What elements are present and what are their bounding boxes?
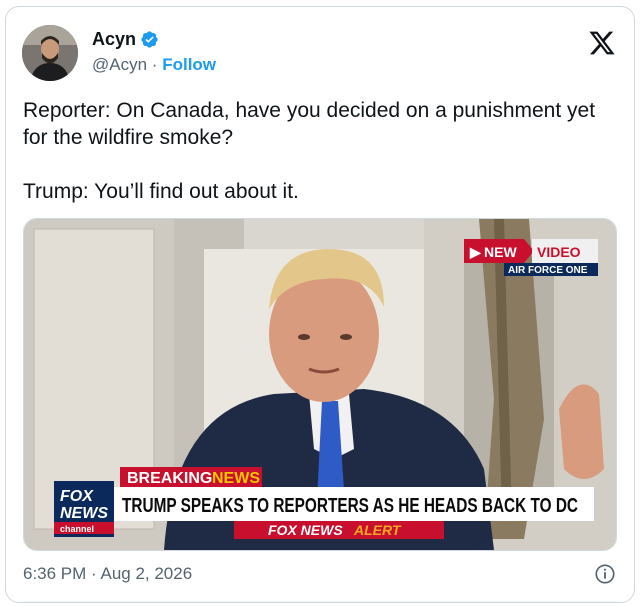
follow-button[interactable]: Follow [162, 55, 216, 74]
avatar-image [22, 25, 78, 81]
fox-logo-line1: FOX [60, 488, 94, 505]
tweet-timestamp[interactable]: 6:36 PM · Aug 2, 2026 [23, 564, 192, 584]
chyron-headline: TRUMP SPEAKS TO REPORTERS AS HE HEADS BA… [122, 495, 578, 517]
svg-text:▶: ▶ [469, 244, 482, 260]
alert-label: ALERT [353, 522, 402, 538]
author-name[interactable]: Acyn [92, 29, 136, 50]
badge-air-force-one: AIR FORCE ONE [508, 265, 588, 276]
badge-new: NEW [484, 244, 517, 260]
x-logo-icon[interactable] [588, 29, 616, 57]
breaking-label: BREAKING [127, 470, 212, 487]
news-label: NEWS [212, 470, 260, 487]
author-handle[interactable]: @Acyn [92, 55, 147, 74]
verified-badge-icon [141, 31, 158, 48]
video-frame: ▶ NEW VIDEO AIR FORCE ONE BREAKING NEWS … [24, 219, 616, 550]
fox-logo-line2: NEWS [60, 505, 108, 522]
video-player[interactable]: ▶ NEW VIDEO AIR FORCE ONE BREAKING NEWS … [23, 218, 617, 551]
fox-logo-line3: channel [60, 524, 94, 534]
separator-dot: · [151, 55, 158, 74]
divider [23, 601, 617, 602]
tweet-text: Reporter: On Canada, have you decided on… [23, 99, 596, 203]
badge-video: VIDEO [537, 244, 581, 260]
alert-fox-news: FOX NEWS [268, 522, 343, 538]
avatar[interactable] [22, 25, 78, 81]
info-icon[interactable] [594, 563, 616, 585]
author-name-row[interactable]: Acyn [92, 29, 159, 50]
tweet-card[interactable]: Acyn @Acyn · Follow Reporter: On Canada,… [5, 6, 635, 603]
handle-line: @Acyn · Follow [92, 55, 216, 75]
